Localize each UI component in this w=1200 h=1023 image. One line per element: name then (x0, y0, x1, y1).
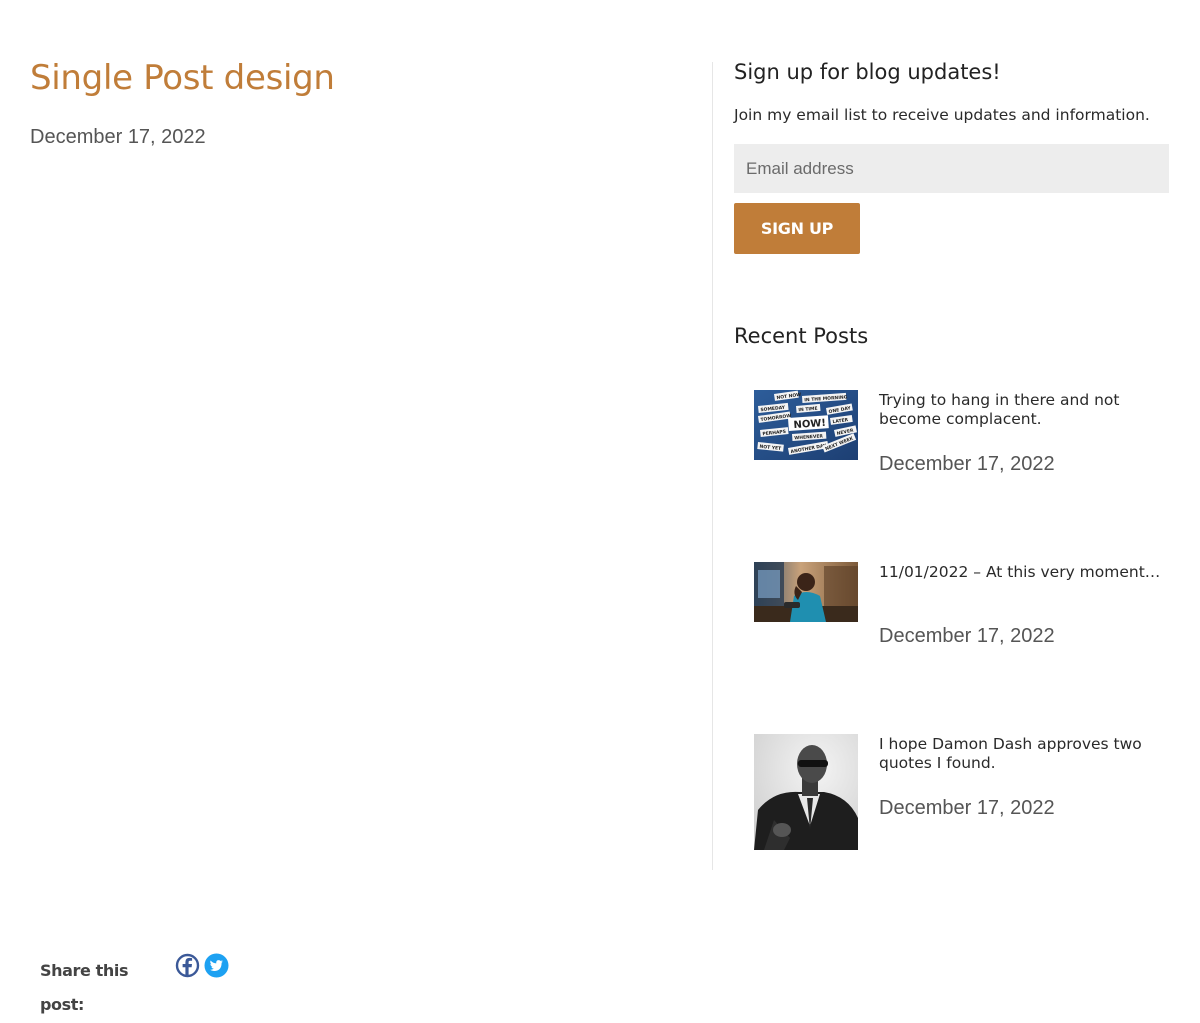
thumb-word: NOW! (793, 418, 826, 431)
post-title: Single Post design (30, 58, 335, 98)
recent-post-thumbnail[interactable] (754, 734, 858, 850)
signup-title: Sign up for blog updates! (734, 60, 1001, 84)
share-label: Share this post: (40, 961, 129, 1014)
facebook-icon-graphic (175, 953, 200, 978)
email-input[interactable] (734, 144, 1169, 193)
facebook-icon[interactable] (175, 953, 200, 978)
page: Single Post design December 17, 2022 Sig… (0, 0, 1200, 1023)
recent-post-date: December 17, 2022 (879, 453, 1055, 475)
stressed-person-image (754, 562, 858, 622)
recent-post-thumbnail[interactable] (754, 562, 858, 622)
portrait-photo-image (754, 734, 858, 850)
recent-post-date: December 17, 2022 (879, 797, 1055, 819)
signup-description: Join my email list to receive updates an… (734, 106, 1150, 124)
recent-post-date: December 17, 2022 (879, 625, 1055, 647)
sidebar-divider (712, 62, 713, 870)
twitter-icon-graphic (204, 953, 229, 978)
recent-post-thumbnail[interactable]: NOT NOW IN THE MORNING SOMEDAY IN TIME T… (754, 390, 858, 460)
twitter-icon[interactable] (204, 953, 229, 978)
words-collage-image: NOT NOW IN THE MORNING SOMEDAY IN TIME T… (754, 390, 858, 460)
recent-post-link[interactable]: 11/01/2022 – At this very moment… (879, 563, 1169, 582)
recent-post-link[interactable]: I hope Damon Dash approves two quotes I … (879, 735, 1169, 773)
recent-posts-title: Recent Posts (734, 324, 869, 348)
recent-post-link[interactable]: Trying to hang in there and not become c… (879, 391, 1169, 429)
post-date: December 17, 2022 (30, 126, 206, 148)
sign-up-button[interactable]: SIGN UP (734, 203, 860, 254)
